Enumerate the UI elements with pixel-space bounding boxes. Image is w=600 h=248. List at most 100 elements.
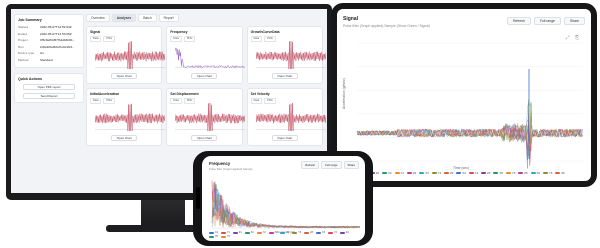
legend-swatch bbox=[481, 172, 486, 174]
legend-item[interactable]: Z3 bbox=[304, 231, 313, 234]
legend-label: X2 bbox=[251, 231, 254, 234]
summary-key: Device type bbox=[18, 50, 40, 57]
legend-item[interactable]: X2 bbox=[245, 231, 254, 234]
summary-row: Run 2c8a1f0a3b6d7e9c4f21... bbox=[18, 44, 80, 51]
open-pdf-report-button[interactable]: Open PDF report bbox=[23, 84, 75, 90]
legend-item[interactable]: Y3 bbox=[292, 231, 301, 234]
legend-label: X6 bbox=[537, 171, 540, 175]
legend-item[interactable]: X1 bbox=[209, 231, 218, 234]
thumbnail-series bbox=[95, 41, 165, 69]
legend-swatch bbox=[304, 232, 309, 234]
legend-swatch bbox=[316, 232, 321, 234]
legend-item[interactable]: Y6 bbox=[543, 171, 552, 175]
phone-screen: Frequency Pulse filter (Graph applied) S… bbox=[202, 156, 365, 241]
legend-label: Z2 bbox=[275, 231, 278, 234]
legend-item[interactable]: Y5 bbox=[506, 171, 515, 175]
legend-label: Z3 bbox=[310, 231, 313, 234]
frequency-series-line bbox=[212, 191, 360, 228]
sidebar: Job Summary Started 2022-05-07T14:52:03Z E… bbox=[14, 14, 84, 188]
analysis-thumbnail-chart bbox=[95, 103, 165, 131]
job-summary-title: Job Summary bbox=[18, 18, 80, 22]
open-chart-button[interactable]: Open chart bbox=[191, 73, 217, 79]
legend-item[interactable]: X5 bbox=[209, 235, 218, 238]
legend-swatch bbox=[419, 172, 424, 174]
analysis-card: InitialAcceleration Data PNG Open chart bbox=[86, 88, 162, 146]
legend-label: Z2 bbox=[413, 171, 416, 175]
legend-item[interactable]: X6 bbox=[531, 171, 540, 175]
y-axis-label: Acceleration (g/m/s²) bbox=[342, 78, 346, 109]
legend-item[interactable]: Y2 bbox=[257, 231, 266, 234]
legend-item[interactable]: X4 bbox=[456, 171, 465, 175]
legend-item[interactable]: X2 bbox=[382, 171, 391, 175]
legend-item[interactable]: Z4 bbox=[340, 231, 349, 234]
legend-label: Y2 bbox=[401, 171, 404, 175]
analysis-thumbnail-chart bbox=[256, 103, 326, 131]
thumbnail-series bbox=[175, 103, 245, 131]
summary-key: Project bbox=[18, 37, 40, 44]
summary-value: A1 bbox=[40, 50, 44, 57]
legend-item[interactable]: X3 bbox=[280, 231, 289, 234]
signal-chart: Acceleration (g/m/s²) Time (sec) bbox=[337, 9, 591, 181]
tab-report[interactable]: Report bbox=[159, 14, 179, 22]
legend-item[interactable]: Y3 bbox=[432, 171, 441, 175]
phone-dynamic-island bbox=[196, 187, 200, 209]
legend-swatch bbox=[456, 172, 461, 174]
legend-swatch bbox=[382, 172, 387, 174]
legend-swatch bbox=[233, 232, 238, 234]
open-chart-button[interactable]: Open chart bbox=[111, 73, 137, 79]
signal-legend: X1Y1Z1X2Y2Z2X3Y3Z3X4Y4Z4X5Y5Z5X6Y6Z6 bbox=[345, 171, 585, 175]
legend-swatch bbox=[209, 236, 214, 238]
legend-item[interactable]: Z2 bbox=[407, 171, 416, 175]
legend-swatch bbox=[432, 172, 437, 174]
analysis-card-title: Frequency bbox=[170, 30, 238, 34]
summary-value: 2022-05-07T14:52:03Z bbox=[40, 24, 72, 31]
legend-item[interactable]: Z3 bbox=[444, 171, 453, 175]
analysis-thumbnail-chart bbox=[95, 41, 165, 69]
tab-analyses[interactable]: Analyses bbox=[112, 14, 136, 22]
legend-swatch bbox=[543, 172, 548, 174]
tab-overview[interactable]: Overview bbox=[86, 14, 110, 22]
legend-item[interactable]: Y1 bbox=[221, 231, 230, 234]
tablet-screen: Signal Pulse filter (Graph applied) Samp… bbox=[337, 9, 591, 181]
open-chart-button[interactable]: Open chart bbox=[272, 73, 298, 79]
legend-label: Z3 bbox=[450, 171, 453, 175]
open-chart-button[interactable]: Open chart bbox=[272, 135, 298, 141]
legend-item[interactable]: Y4 bbox=[328, 231, 337, 234]
legend-swatch bbox=[269, 232, 274, 234]
summary-row: Ended 2022-05-07T14:53:05Z bbox=[18, 31, 80, 38]
analysis-card-title: Signal bbox=[90, 30, 158, 34]
legend-item[interactable]: Z5 bbox=[518, 171, 527, 175]
legend-item[interactable]: Y4 bbox=[469, 171, 478, 175]
legend-label: Y4 bbox=[334, 231, 337, 234]
open-chart-button[interactable]: Open chart bbox=[191, 135, 217, 141]
legend-label: Y5 bbox=[227, 235, 230, 238]
analysis-card-title: InitialAcceleration bbox=[90, 92, 158, 96]
legend-item[interactable]: Z1 bbox=[233, 231, 242, 234]
legend-label: Y3 bbox=[298, 231, 301, 234]
legend-item[interactable]: X5 bbox=[493, 171, 502, 175]
analysis-thumbnail-chart bbox=[175, 103, 245, 131]
legend-item[interactable]: X4 bbox=[316, 231, 325, 234]
legend-swatch bbox=[407, 172, 412, 174]
x-axis-label: Time (sec) bbox=[453, 166, 469, 170]
job-summary-rows: Started 2022-05-07T14:52:03Z Ended 2022-05-… bbox=[18, 24, 80, 64]
legend-item[interactable]: Z2 bbox=[269, 231, 278, 234]
legend-item[interactable]: Z4 bbox=[481, 171, 490, 175]
open-chart-button[interactable]: Open chart bbox=[111, 135, 137, 141]
summary-row: Started 2022-05-07T14:52:03Z bbox=[18, 24, 80, 31]
job-summary-card: Job Summary Started 2022-05-07T14:52:03Z E… bbox=[14, 14, 84, 68]
legend-label: Z6 bbox=[561, 171, 564, 175]
legend-item[interactable]: Z6 bbox=[555, 171, 564, 175]
legend-swatch bbox=[395, 172, 400, 174]
tab-batch[interactable]: Batch bbox=[138, 14, 156, 22]
summary-key: Started bbox=[18, 24, 40, 31]
legend-item[interactable]: Y5 bbox=[221, 235, 230, 238]
summary-value: Standard bbox=[40, 57, 53, 64]
legend-swatch bbox=[506, 172, 511, 174]
legend-item[interactable]: Y2 bbox=[395, 171, 404, 175]
legend-swatch bbox=[340, 232, 345, 234]
send-report-button[interactable]: Send Report bbox=[23, 93, 75, 99]
legend-item[interactable]: X3 bbox=[419, 171, 428, 175]
legend-swatch bbox=[328, 232, 333, 234]
analysis-thumbnail-chart bbox=[175, 41, 245, 69]
